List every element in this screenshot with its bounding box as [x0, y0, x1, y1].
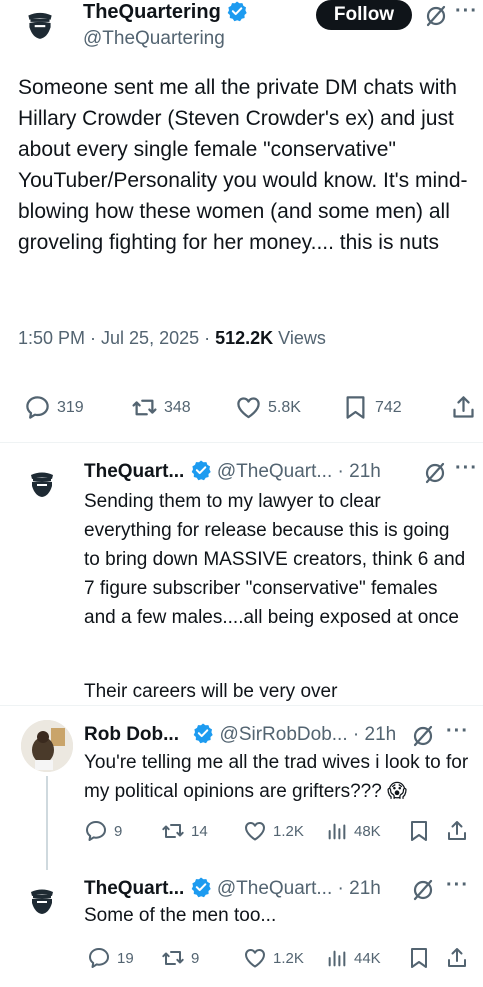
author-handle[interactable]: @TheQuart... [217, 878, 332, 899]
like-button[interactable]: 1.2K [243, 946, 304, 970]
reply-time[interactable]: · 21h [353, 724, 396, 745]
like-count: 1.2K [273, 822, 304, 840]
repost-count: 9 [191, 949, 200, 967]
share-button[interactable] [445, 819, 469, 843]
reply-time[interactable]: · 21h [338, 878, 381, 899]
share-icon [445, 946, 469, 970]
reply-button[interactable]: 9 [84, 819, 122, 843]
views-count: 48K [354, 822, 381, 840]
reply-icon [24, 394, 51, 421]
views-icon [326, 819, 348, 843]
reply-time[interactable]: · 21h [338, 461, 381, 482]
repost-count: 14 [191, 822, 208, 840]
repost-button[interactable]: 14 [161, 819, 208, 843]
bookmark-button[interactable]: 742 [342, 394, 402, 421]
divider [0, 705, 483, 706]
verified-icon [190, 459, 212, 481]
author-handle[interactable]: @TheQuart... [217, 461, 332, 482]
author-handle[interactable]: @TheQuartering [83, 27, 225, 51]
like-button[interactable]: 5.8K [235, 394, 301, 421]
share-icon [450, 394, 477, 421]
reply-button[interactable]: 319 [24, 394, 84, 421]
verified-icon [190, 876, 212, 898]
reply-count: 319 [57, 398, 84, 416]
reply-text: Sending them to my lawyer to clear every… [84, 491, 466, 628]
avatar-icon [21, 720, 73, 772]
avatar-icon[interactable] [22, 6, 58, 42]
repost-icon [161, 819, 185, 843]
grok-icon[interactable] [411, 724, 435, 748]
bookmark-button[interactable] [407, 946, 431, 970]
views-count: 512.2K [215, 328, 274, 348]
share-button[interactable] [445, 946, 469, 970]
bookmark-count: 742 [375, 398, 402, 416]
reply-count: 9 [114, 822, 123, 840]
views-count: 44K [354, 949, 381, 967]
like-icon [243, 946, 267, 970]
bookmark-icon [407, 946, 431, 970]
grok-icon[interactable] [411, 878, 435, 902]
bookmark-button[interactable] [407, 819, 431, 843]
more-icon[interactable]: ··· [446, 720, 469, 743]
bookmark-icon [342, 394, 369, 421]
bookmark-icon [407, 819, 431, 843]
author-name[interactable]: Rob Dob... [84, 724, 179, 745]
author-handle[interactable]: @SirRobDob... [220, 724, 348, 745]
reply-icon [84, 819, 108, 843]
views-icon [326, 946, 348, 970]
reply-button[interactable]: 19 [87, 946, 134, 970]
views-button[interactable]: 44K [326, 946, 381, 970]
more-icon[interactable]: ··· [455, 457, 478, 480]
repost-button[interactable]: 9 [161, 946, 199, 970]
share-icon [445, 819, 469, 843]
repost-icon [131, 394, 158, 421]
views-label: Views [273, 328, 326, 348]
tweet-timestamp: 1:50 PM · Jul 25, 2025 · 512.2K Views [18, 326, 326, 350]
reply-count: 19 [117, 949, 134, 967]
share-button[interactable] [450, 394, 477, 421]
like-button[interactable]: 1.2K [243, 819, 304, 843]
divider [0, 442, 483, 443]
author-name[interactable]: TheQuartering [83, 1, 221, 23]
like-icon [243, 819, 267, 843]
thread-line [46, 776, 48, 870]
reply-icon [87, 946, 111, 970]
avatar-icon[interactable] [25, 883, 59, 917]
like-count: 1.2K [273, 949, 304, 967]
verified-icon [226, 0, 248, 22]
tweet-text: Someone sent me all the private DM chats… [18, 76, 468, 254]
like-count: 5.8K [268, 398, 301, 416]
grok-icon[interactable] [423, 461, 447, 485]
author-name[interactable]: TheQuart... [84, 878, 184, 899]
grok-icon[interactable] [424, 4, 448, 28]
views-button[interactable]: 48K [326, 819, 381, 843]
repost-count: 348 [164, 398, 191, 416]
avatar[interactable] [21, 720, 73, 772]
reply-text-continued: Their careers will be very over [84, 681, 338, 702]
follow-button[interactable]: Follow [316, 0, 412, 30]
like-icon [235, 394, 262, 421]
more-icon[interactable]: ··· [446, 874, 469, 897]
avatar-icon[interactable] [25, 466, 59, 500]
author-name[interactable]: TheQuart... [84, 461, 184, 482]
repost-button[interactable]: 348 [131, 394, 191, 421]
tweet-time[interactable]: 1:50 PM · Jul 25, 2025 · [18, 328, 215, 348]
reply-text: Some of the men too... [84, 905, 277, 926]
repost-icon [161, 946, 185, 970]
reply-text: You're telling me all the trad wives i l… [84, 752, 469, 802]
more-icon[interactable]: ··· [455, 0, 478, 23]
verified-icon [192, 722, 214, 744]
